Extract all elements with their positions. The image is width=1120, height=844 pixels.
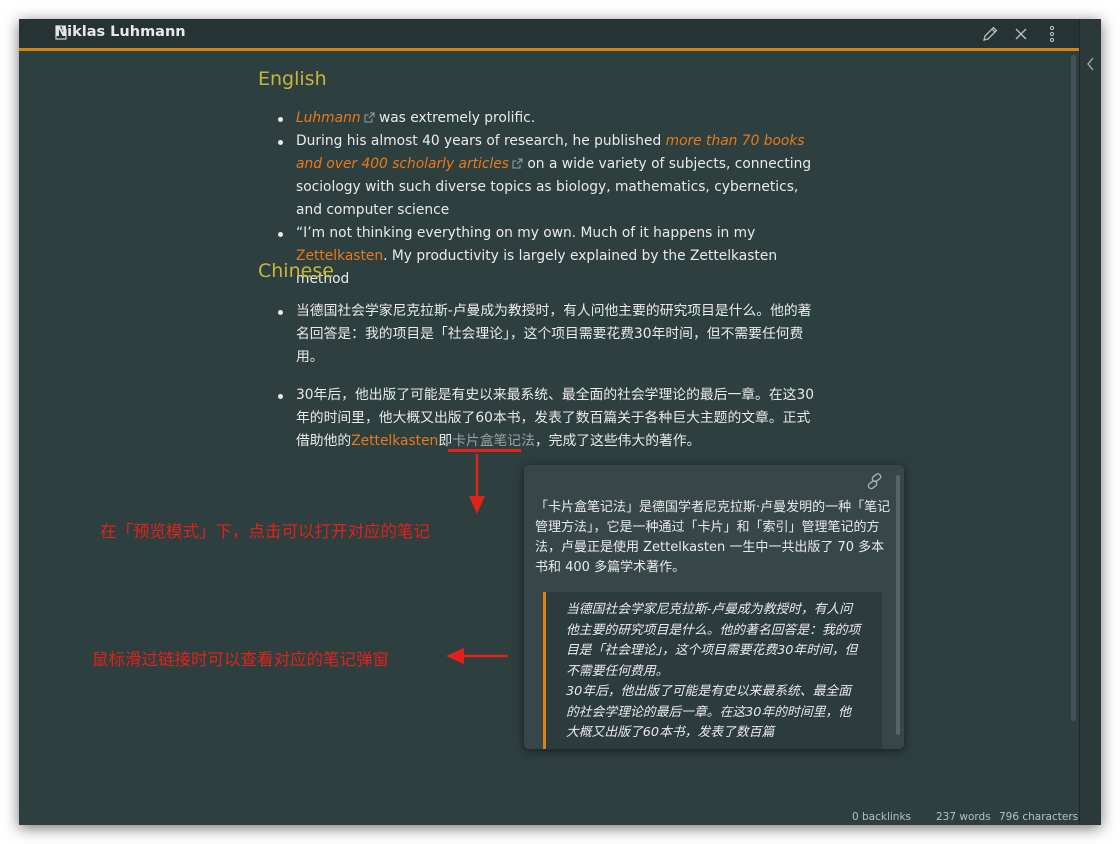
right-sidebar-collapsed	[1079, 19, 1101, 825]
list-item-text: 即	[438, 433, 453, 449]
chinese-list: 当德国社会学家尼克拉斯-卢曼成为教授时，有人问他主要的研究项目是什么。他的著名回…	[258, 300, 818, 453]
popover-text: 「卡片盒笔记法」是德国学者尼克拉斯·卢曼发明的一种「笔记管理方法」，它是一种通过…	[535, 500, 891, 575]
note-window: Niklas Luhmann English Luhmann was extre…	[19, 19, 1101, 825]
popover-scrollbar[interactable]	[896, 475, 900, 735]
list-item-text: was extremely prolific.	[374, 110, 536, 126]
annotation-arrow-down-icon	[469, 454, 485, 514]
english-list: Luhmann was extremely prolific. During h…	[258, 107, 818, 291]
more-vertical-icon[interactable]	[1042, 24, 1062, 44]
external-link-icon	[512, 158, 523, 169]
blockquote-text: 当德国社会学家尼克拉斯-卢曼成为教授时，有人问他主要的研究项目是什么。他的著名回…	[566, 602, 861, 740]
pencil-icon[interactable]	[980, 24, 1000, 44]
list-item-text: “I’m not thinking everything on my own. …	[296, 225, 756, 241]
backlinks-count[interactable]: 0 backlinks	[852, 811, 911, 823]
external-link-icon	[364, 112, 375, 123]
note-title: Niklas Luhmann	[55, 24, 186, 40]
character-count: 796 characters	[999, 811, 1079, 823]
annotation-preview-mode: 在「预览模式」下，点击可以打开对应的笔记	[100, 522, 430, 541]
heading-chinese: Chinese	[258, 260, 334, 282]
close-icon[interactable]	[1011, 24, 1031, 44]
list-item: Luhmann was extremely prolific.	[258, 107, 818, 130]
list-item: During his almost 40 years of research, …	[258, 130, 818, 222]
list-item-text: During his almost 40 years of research, …	[296, 133, 666, 149]
list-item: 当德国社会学家尼克拉斯-卢曼成为教授时，有人问他主要的研究项目是什么。他的著名回…	[258, 300, 818, 369]
external-link-luhmann[interactable]: Luhmann	[296, 110, 375, 126]
list-item: “I’m not thinking everything on my own. …	[258, 222, 818, 291]
internal-link-zettelkasten[interactable]: Zettelkasten	[351, 433, 438, 449]
status-bar: 0 backlinks 237 words 796 characters	[19, 808, 1079, 825]
hover-preview-popover[interactable]: 「卡片盒笔记法」是德国学者尼克拉斯·卢曼发明的一种「笔记管理方法」，它是一种通过…	[524, 465, 904, 749]
popover-blockquote: 当德国社会学家尼克拉斯-卢曼成为教授时，有人问他主要的研究项目是什么。他的著名回…	[543, 592, 882, 749]
editor-scrollbar[interactable]	[1071, 55, 1076, 721]
annotation-arrow-left-icon	[446, 648, 508, 664]
internal-link-card-box-hovered[interactable]: 卡片盒笔记法	[452, 433, 535, 449]
list-item-text: 当德国社会学家尼克拉斯-卢曼成为教授时，有人问他主要的研究项目是什么。他的著名回…	[296, 303, 812, 365]
link-icon[interactable]	[864, 473, 886, 491]
annotation-hover: 鼠标滑过链接时可以查看对应的笔记弹窗	[92, 650, 389, 669]
note-header: Niklas Luhmann	[19, 19, 1079, 51]
list-item-text: ，完成了这些伟大的著作。	[534, 433, 701, 449]
heading-english: English	[258, 68, 327, 90]
list-item: 30年后，他出版了可能是有史以来最系统、最全面的社会学理论的最后一章。在这30年…	[258, 384, 818, 453]
word-count: 237 words	[936, 811, 991, 823]
chevron-left-icon[interactable]	[1086, 56, 1096, 72]
annotation-underline	[448, 449, 521, 452]
